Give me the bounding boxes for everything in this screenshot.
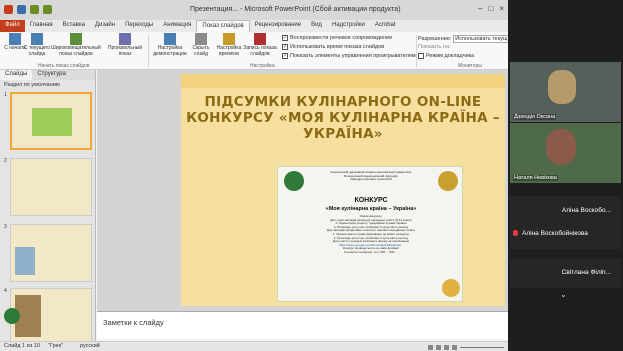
section-header[interactable]: Раздел по умолчанию xyxy=(0,80,95,90)
mic-muted-icon xyxy=(513,230,518,236)
participant-name: Аліна Воскобо... xyxy=(561,207,611,214)
notes-pane[interactable]: Заметки к слайду xyxy=(97,311,508,339)
slide-thumbnail[interactable]: 1 xyxy=(4,92,92,150)
setup-show-button[interactable]: Настройка демонстрации xyxy=(150,33,190,57)
ribbon-divider xyxy=(416,35,417,67)
redo-icon[interactable] xyxy=(43,5,52,14)
participant-name: Наталя Новікова xyxy=(513,175,558,181)
group-label-monitors: Мониторы xyxy=(458,63,482,69)
close-button[interactable]: × xyxy=(499,4,504,13)
broadcast-slideshow-button[interactable]: Широковещательный показ слайдов xyxy=(50,33,102,57)
chevron-down-icon[interactable]: ⌄ xyxy=(560,290,567,299)
narration-checkbox[interactable]: ✓ Воспроизвести речевое сопровождение xyxy=(282,35,392,41)
status-bar: Слайд 1 из 10 "Грек" русский xyxy=(0,341,508,351)
slide-thumbnail[interactable]: 3 xyxy=(4,224,92,282)
broadcast-icon xyxy=(70,33,82,45)
maximize-button[interactable]: □ xyxy=(488,4,493,13)
powerpoint-window: Презентация... - Microsoft PowerPoint (С… xyxy=(0,0,508,351)
notes-placeholder: Заметки к слайду xyxy=(103,318,164,327)
timer-icon xyxy=(223,33,235,45)
food-image xyxy=(442,279,460,297)
custom-show-icon xyxy=(119,33,131,45)
record-icon xyxy=(254,33,266,45)
tab-review[interactable]: Рецензирование xyxy=(250,20,306,32)
cursor-circle-icon xyxy=(4,308,20,324)
group-label-setup: Настройка xyxy=(250,63,275,69)
tab-acrobat[interactable]: Acrobat xyxy=(370,20,401,32)
use-timings-checkbox[interactable]: ✓ Использовать время показа слайдов xyxy=(282,44,384,50)
tab-outline[interactable]: Структура xyxy=(32,70,70,80)
university-logo-icon xyxy=(284,171,304,191)
tab-slides[interactable]: Слайды xyxy=(0,70,33,80)
language-indicator[interactable]: русский xyxy=(80,343,100,349)
title-bar: Презентация... - Microsoft PowerPoint (С… xyxy=(0,0,508,20)
save-icon[interactable] xyxy=(17,5,26,14)
ribbon-divider xyxy=(148,35,149,67)
tab-view[interactable]: Вид xyxy=(306,20,327,32)
slideshow-start-icon xyxy=(9,33,21,45)
custom-show-button[interactable]: Произвольный показ xyxy=(106,33,144,57)
participant-video[interactable]: Наталя Новікова xyxy=(510,123,621,183)
tab-home[interactable]: Главная xyxy=(25,20,58,32)
normal-view-icon[interactable] xyxy=(428,344,433,350)
window-title: Презентация... - Microsoft PowerPoint (С… xyxy=(190,6,401,13)
poster-subheading: «Моя кулінарна країна – Україна» xyxy=(325,206,417,212)
poster-heading: КОНКУРС xyxy=(354,197,388,204)
theme-name: "Грек" xyxy=(48,343,64,349)
thumbnail-image xyxy=(15,247,35,275)
zoom-slider[interactable] xyxy=(460,346,504,348)
ribbon-tabs: Файл Главная Вставка Дизайн Переходы Ани… xyxy=(0,20,508,32)
tab-insert[interactable]: Вставка xyxy=(58,20,90,32)
presenter-view-checkbox[interactable]: Режим докладчика xyxy=(418,53,474,59)
participant-name: Світлана Філіп... xyxy=(561,269,611,276)
slide-canvas[interactable]: ПІДСУМКИ КУЛІНАРНОГО ON-LINE КОНКУРСУ «М… xyxy=(181,74,505,306)
hide-slide-icon xyxy=(195,33,207,45)
video-call-panel: Дзюндія Оксана Наталя Новікова Аліна Вос… xyxy=(508,0,623,351)
contest-poster: Херсонський державний аграрно-економічни… xyxy=(277,166,463,302)
emblem-icon xyxy=(438,171,458,191)
setup-show-icon xyxy=(164,33,176,45)
tab-file[interactable]: Файл xyxy=(0,20,25,32)
quick-access-toolbar xyxy=(4,5,52,14)
slideshow-view-icon[interactable] xyxy=(452,344,457,350)
participant-tile[interactable]: Аліна Воскобойнікова xyxy=(510,219,621,249)
tab-addins[interactable]: Надстройки xyxy=(327,20,370,32)
thumbnail-poster xyxy=(32,108,72,136)
show-on-field[interactable]: Показать на: xyxy=(418,44,451,50)
slide-counter: Слайд 1 из 10 xyxy=(4,343,40,349)
tab-design[interactable]: Дизайн xyxy=(90,20,120,32)
powerpoint-logo-icon xyxy=(4,5,13,14)
group-label-start: Начать показ слайдов xyxy=(38,63,90,69)
slideshow-current-icon xyxy=(31,33,43,45)
tab-transitions[interactable]: Переходы xyxy=(120,20,158,32)
reading-view-icon[interactable] xyxy=(444,344,449,350)
sorter-view-icon[interactable] xyxy=(436,344,441,350)
participant-name: Дзюндія Оксана xyxy=(513,114,557,120)
ribbon: С начала С текущего слайда Широковещател… xyxy=(0,32,508,70)
participant-name: Аліна Воскобойнікова xyxy=(522,230,588,237)
slide-editing-area: ПІДСУМКИ КУЛІНАРНОГО ON-LINE КОНКУРСУ «М… xyxy=(97,70,508,311)
slides-panel: Слайды Структура Раздел по умолчанию 1 2… xyxy=(0,70,96,346)
participant-video[interactable]: Дзюндія Оксана xyxy=(510,62,621,122)
resolution-field[interactable]: Разрешение: Использовать текущ... xyxy=(418,35,508,43)
from-current-slide-button[interactable]: С текущего слайда xyxy=(22,33,52,57)
minimize-button[interactable]: – xyxy=(478,4,482,13)
participant-silhouette xyxy=(546,129,576,165)
slide-title: ПІДСУМКИ КУЛІНАРНОГО ON-LINE КОНКУРСУ «М… xyxy=(186,94,500,142)
participant-tile[interactable]: Світлана Філіп... xyxy=(510,258,621,288)
tab-animations[interactable]: Анимация xyxy=(158,20,196,32)
tab-slide-show[interactable]: Показ слайдов xyxy=(196,20,250,32)
rehearse-timings-button[interactable]: Настройка времени xyxy=(214,33,244,57)
panel-tabs: Слайды Структура xyxy=(0,70,95,80)
media-controls-checkbox[interactable]: ✓ Показать элементы управления проигрыва… xyxy=(282,53,416,59)
poster-body: Умови конкурсу: Для учнів закладів загал… xyxy=(326,214,416,254)
record-slideshow-button[interactable]: Запись показа слайдов xyxy=(242,33,278,57)
hide-slide-button[interactable]: Скрыть слайд xyxy=(188,33,214,57)
slide-thumbnail[interactable]: 2 xyxy=(4,158,92,216)
undo-icon[interactable] xyxy=(30,5,39,14)
zoom-controls xyxy=(428,344,504,350)
participant-silhouette xyxy=(548,70,576,104)
window-controls: – □ × xyxy=(478,4,504,13)
